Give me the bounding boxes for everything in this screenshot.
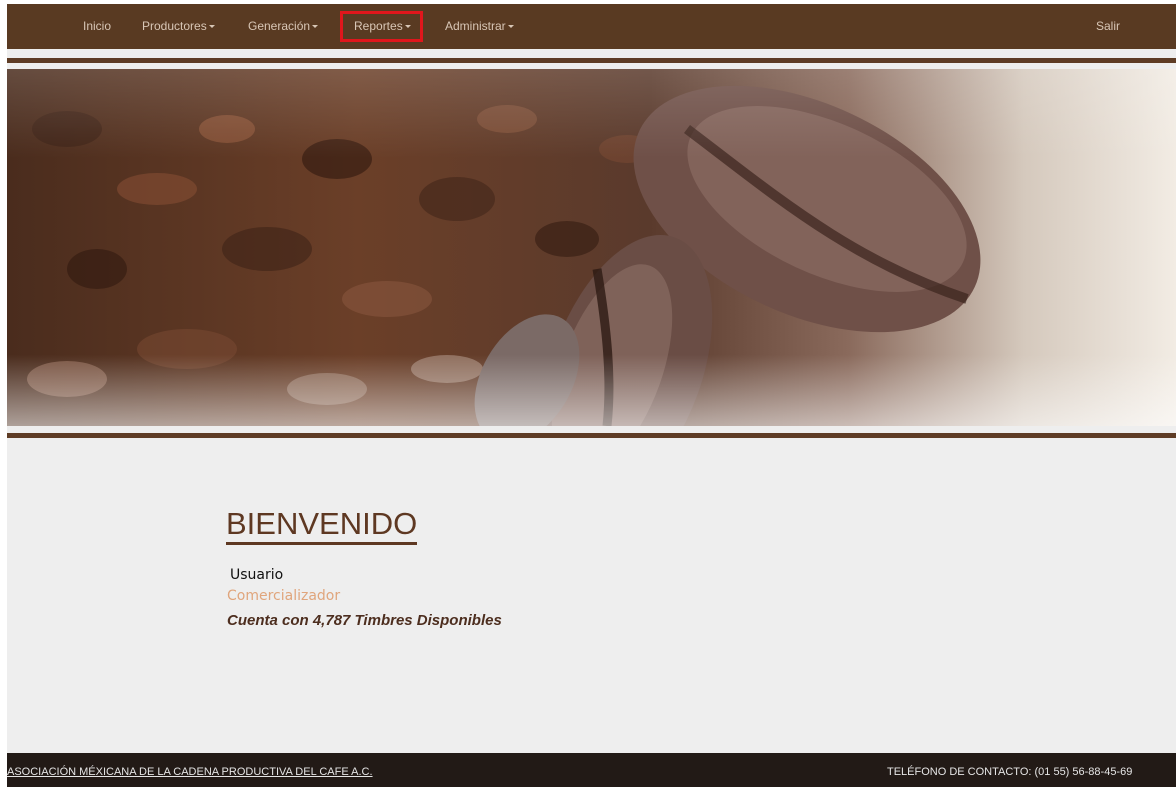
logout-link[interactable]: Salir xyxy=(1096,4,1120,49)
banner-top-line xyxy=(7,58,1176,63)
user-name: Usuario xyxy=(230,567,284,583)
caret-down-icon xyxy=(208,25,215,29)
banner-fade-overlay xyxy=(7,69,1176,426)
nav-inicio-label: Inicio xyxy=(83,19,112,33)
stamps-available: Cuenta con 4,787 Timbres Disponibles xyxy=(227,612,502,629)
page: Inicio Productores Generación Reportes A… xyxy=(7,4,1176,787)
nav-productores[interactable]: Productores xyxy=(142,4,215,49)
top-navbar: Inicio Productores Generación Reportes A… xyxy=(7,4,1176,49)
nav-administrar[interactable]: Administrar xyxy=(445,4,514,49)
highlight-box xyxy=(340,11,423,42)
nav-generacion[interactable]: Generación xyxy=(248,4,319,49)
footer-org-link[interactable]: ASOCIACIÓN MÉXICANA DE LA CADENA PRODUCT… xyxy=(7,766,373,778)
nav-administrar-label: Administrar xyxy=(445,19,506,33)
caret-down-icon xyxy=(312,25,319,29)
footer-contact: TELÉFONO DE CONTACTO: (01 55) 56-88-45-6… xyxy=(887,766,1133,778)
coffee-beans-banner xyxy=(7,69,1176,426)
welcome-title: BIENVENIDO xyxy=(226,506,418,545)
nav-productores-label: Productores xyxy=(142,19,207,33)
footer: ASOCIACIÓN MÉXICANA DE LA CADENA PRODUCT… xyxy=(7,753,1176,787)
nav-generacion-label: Generación xyxy=(248,19,311,33)
user-role: Comercializador xyxy=(227,588,341,604)
nav-inicio[interactable]: Inicio xyxy=(83,4,111,49)
caret-down-icon xyxy=(507,25,514,29)
logout-label: Salir xyxy=(1096,19,1121,33)
banner-bottom-line xyxy=(7,433,1176,438)
